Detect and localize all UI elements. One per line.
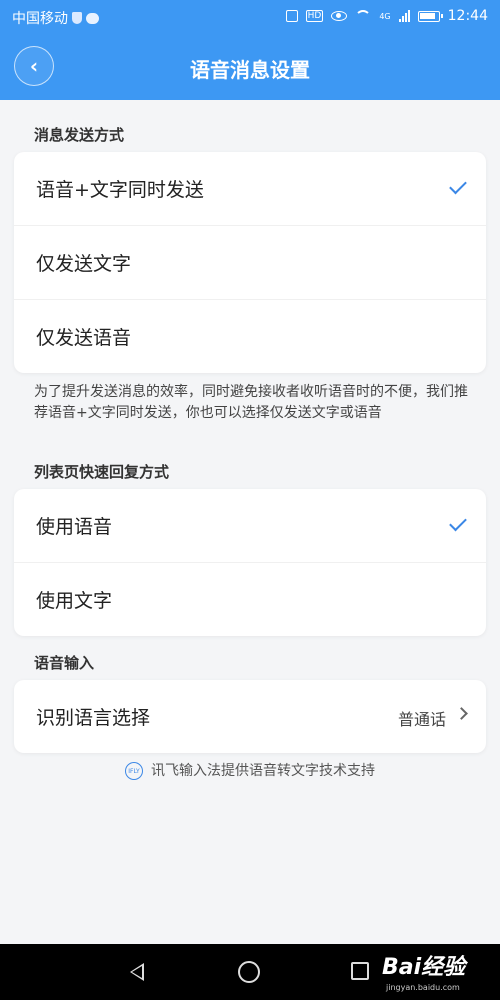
ifly-logo-icon: IFLY bbox=[125, 762, 143, 780]
eye-comfort-icon bbox=[331, 11, 348, 21]
option-label: 仅发送语音 bbox=[36, 327, 132, 349]
network-type: 4G bbox=[379, 11, 391, 21]
option-label: 仅发送文字 bbox=[36, 253, 132, 275]
option-label: 使用语音 bbox=[36, 516, 113, 538]
section-title-quick-reply: 列表页快速回复方式 bbox=[34, 463, 170, 481]
app-header: ‹ 语音消息设置 bbox=[0, 34, 500, 100]
credit-text: 讯飞输入法提供语音转文字技术支持 bbox=[151, 763, 375, 779]
option-label: 使用文字 bbox=[36, 590, 113, 612]
option-use-voice[interactable]: 使用语音 bbox=[14, 489, 486, 563]
nav-back-icon[interactable] bbox=[130, 963, 144, 981]
row-value: 普通话 bbox=[397, 710, 446, 729]
nav-recent-icon[interactable] bbox=[351, 962, 369, 980]
clock: 12:44 bbox=[447, 8, 488, 24]
page-title: 语音消息设置 bbox=[190, 58, 310, 82]
chevron-right-icon bbox=[455, 707, 468, 720]
checkmark-icon bbox=[449, 513, 467, 532]
system-nav-bar: Bai经验 jingyan.baidu.com bbox=[0, 944, 500, 1000]
signal-icon bbox=[398, 10, 410, 22]
quick-reply-card: 使用语音 使用文字 bbox=[14, 489, 486, 636]
message-icon bbox=[86, 12, 99, 24]
vibrate-icon bbox=[285, 10, 298, 22]
section-title-send-mode: 消息发送方式 bbox=[34, 126, 125, 144]
option-text-only[interactable]: 仅发送文字 bbox=[14, 226, 486, 300]
watermark-text: Bai经验 bbox=[382, 955, 466, 980]
status-right: HD 4G 12:44 bbox=[285, 8, 488, 24]
option-use-text[interactable]: 使用文字 bbox=[14, 563, 486, 636]
voice-input-card: 识别语言选择 普通话 bbox=[14, 680, 486, 753]
wifi-icon bbox=[355, 10, 372, 22]
nav-home-icon[interactable] bbox=[238, 961, 260, 983]
battery-icon bbox=[417, 10, 443, 22]
status-bar: 中国移动 HD 4G 12:44 bbox=[0, 0, 500, 34]
option-label: 语音+文字同时发送 bbox=[36, 179, 204, 201]
checkmark-icon bbox=[449, 176, 467, 195]
shield-icon bbox=[72, 12, 82, 24]
option-voice-only[interactable]: 仅发送语音 bbox=[14, 300, 486, 373]
ifly-credit: IFLY 讯飞输入法提供语音转文字技术支持 bbox=[0, 760, 500, 780]
section-title-voice-input: 语音输入 bbox=[34, 654, 95, 672]
send-mode-card: 语音+文字同时发送 仅发送文字 仅发送语音 bbox=[14, 152, 486, 373]
hd-icon: HD bbox=[305, 10, 324, 22]
watermark-sub: jingyan.baidu.com bbox=[386, 983, 460, 992]
row-label: 识别语言选择 bbox=[36, 707, 151, 729]
status-left: 中国移动 bbox=[12, 8, 99, 28]
watermark: Bai经验 jingyan.baidu.com bbox=[382, 949, 466, 992]
carrier-label: 中国移动 bbox=[12, 11, 68, 27]
send-mode-note: 为了提升发送消息的效率，同时避免接收者收听语音时的不便，我们推荐语音+文字同时发… bbox=[34, 384, 468, 421]
option-voice-and-text[interactable]: 语音+文字同时发送 bbox=[14, 152, 486, 226]
recognition-language-row[interactable]: 识别语言选择 普通话 bbox=[14, 680, 486, 753]
